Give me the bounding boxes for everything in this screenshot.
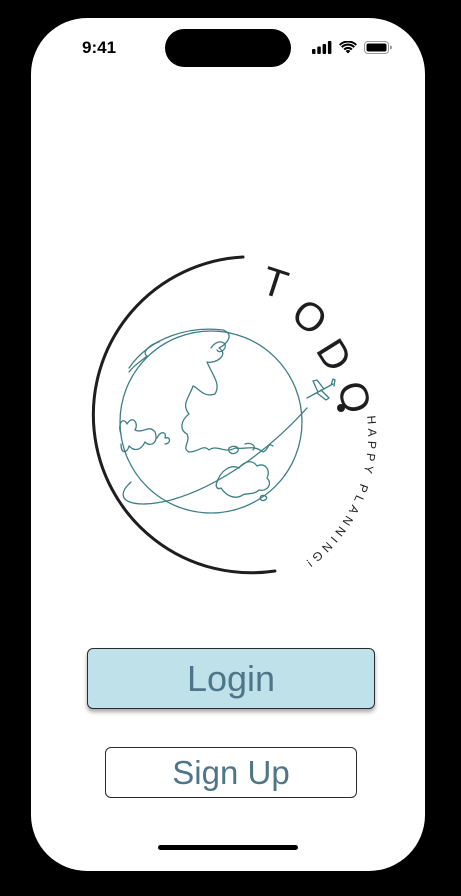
login-button[interactable]: Login [87, 648, 375, 709]
cellular-signal-icon [312, 41, 332, 54]
battery-icon [364, 41, 392, 54]
title-letter: O [283, 290, 335, 344]
status-icons [312, 41, 392, 55]
phone-screen: 9:41 T O D O HAPPY PLANNING! Login Sign … [31, 18, 425, 871]
title-dot [337, 404, 345, 412]
title-letter: D [307, 331, 360, 379]
globe-airplane-icon [119, 328, 336, 514]
todo-logo: T O D O HAPPY PLANNING! [91, 255, 380, 575]
logo-tagline: HAPPY PLANNING! [301, 415, 380, 572]
globe-outline [119, 330, 303, 514]
signup-button[interactable]: Sign Up [105, 747, 357, 798]
title-letter: O [328, 376, 379, 418]
dynamic-island [165, 29, 291, 67]
status-time: 9:41 [82, 38, 117, 57]
wifi-icon [339, 41, 357, 54]
status-bar: 9:41 [31, 18, 425, 78]
home-indicator[interactable] [158, 845, 298, 850]
logo-title: T O D O [256, 259, 379, 419]
title-letter: T [256, 259, 293, 308]
